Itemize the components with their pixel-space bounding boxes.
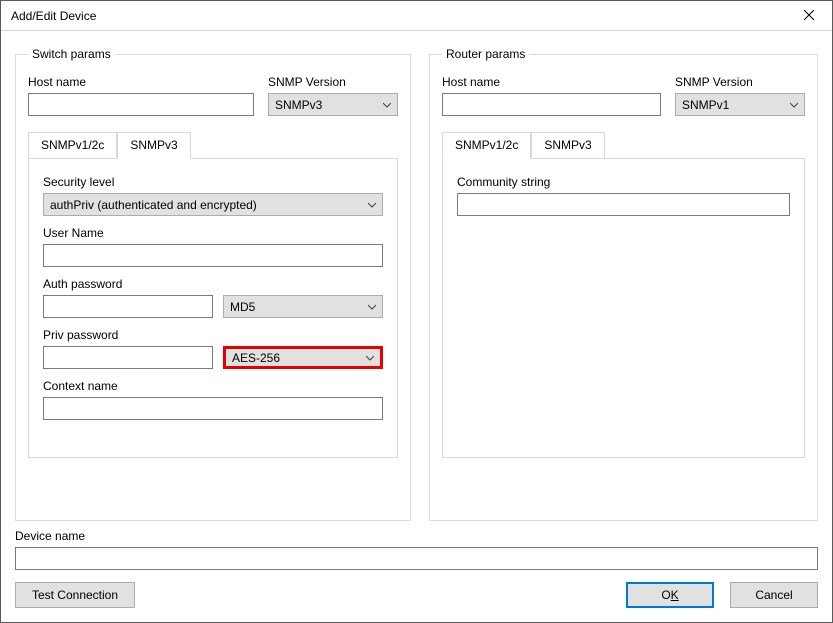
titlebar: Add/Edit Device bbox=[1, 1, 832, 31]
close-button[interactable] bbox=[786, 1, 832, 31]
switch-snmp-version-label: SNMP Version bbox=[268, 75, 398, 89]
chevron-down-icon bbox=[368, 303, 376, 311]
chevron-down-icon bbox=[368, 201, 376, 209]
priv-password-input[interactable] bbox=[43, 346, 213, 369]
chevron-down-icon bbox=[383, 101, 391, 109]
router-hostname-field: Host name bbox=[442, 75, 661, 116]
auth-password-input[interactable] bbox=[43, 295, 213, 318]
security-level-label: Security level bbox=[43, 175, 383, 189]
context-name-label: Context name bbox=[43, 379, 383, 393]
security-level-select[interactable]: authPriv (authenticated and encrypted) bbox=[43, 193, 383, 216]
community-string-field: Community string bbox=[457, 175, 790, 216]
switch-snmp-version-value: SNMPv3 bbox=[275, 98, 322, 112]
switch-snmp-version-select[interactable]: SNMPv3 bbox=[268, 93, 398, 116]
chevron-down-icon bbox=[790, 101, 798, 109]
switch-params-group: Switch params Host name SNMP Version SNM… bbox=[15, 47, 411, 521]
switch-tab-snmpv3[interactable]: SNMPv3 bbox=[117, 132, 190, 159]
user-name-field: User Name bbox=[43, 226, 383, 267]
security-level-value: authPriv (authenticated and encrypted) bbox=[50, 198, 257, 212]
context-name-input[interactable] bbox=[43, 397, 383, 420]
dialog-content: Switch params Host name SNMP Version SNM… bbox=[1, 31, 832, 622]
router-params-legend: Router params bbox=[442, 47, 529, 61]
router-tabstrip: SNMPv1/2c SNMPv3 bbox=[442, 132, 805, 158]
router-snmp-version-select[interactable]: SNMPv1 bbox=[675, 93, 805, 116]
router-snmp-version-field: SNMP Version SNMPv1 bbox=[675, 75, 805, 116]
router-hostname-input[interactable] bbox=[442, 93, 661, 116]
router-tab-snmpv1[interactable]: SNMPv1/2c bbox=[442, 132, 531, 159]
router-hostname-label: Host name bbox=[442, 75, 661, 89]
switch-tabpanel-snmpv3: Security level authPriv (authenticated a… bbox=[28, 158, 398, 458]
device-name-field: Device name bbox=[15, 529, 818, 570]
auth-password-field: Auth password bbox=[43, 277, 213, 318]
switch-tab-snmpv1[interactable]: SNMPv1/2c bbox=[28, 132, 117, 158]
switch-hostname-field: Host name bbox=[28, 75, 254, 116]
auth-algo-value: MD5 bbox=[230, 300, 255, 314]
router-tabpanel-snmpv1: Community string bbox=[442, 158, 805, 458]
user-name-input[interactable] bbox=[43, 244, 383, 267]
close-icon bbox=[804, 9, 814, 23]
community-string-label: Community string bbox=[457, 175, 790, 189]
chevron-down-icon bbox=[366, 354, 374, 362]
device-name-input[interactable] bbox=[15, 547, 818, 570]
router-tab-snmpv3[interactable]: SNMPv3 bbox=[531, 132, 604, 158]
auth-algo-select[interactable]: MD5 bbox=[223, 295, 383, 318]
security-level-field: Security level authPriv (authenticated a… bbox=[43, 175, 383, 216]
router-params-group: Router params Host name SNMP Version SNM… bbox=[429, 47, 818, 521]
ok-button[interactable]: OK bbox=[626, 582, 714, 608]
context-name-field: Context name bbox=[43, 379, 383, 420]
community-string-input[interactable] bbox=[457, 193, 790, 216]
priv-password-label: Priv password bbox=[43, 328, 213, 342]
auth-password-label: Auth password bbox=[43, 277, 213, 291]
priv-algo-select[interactable]: AES-256 bbox=[223, 346, 383, 369]
device-name-label: Device name bbox=[15, 529, 818, 543]
router-snmp-version-value: SNMPv1 bbox=[682, 98, 729, 112]
switch-hostname-label: Host name bbox=[28, 75, 254, 89]
test-connection-button[interactable]: Test Connection bbox=[15, 582, 135, 608]
cancel-button[interactable]: Cancel bbox=[730, 582, 818, 608]
switch-params-legend: Switch params bbox=[28, 47, 115, 61]
router-snmp-version-label: SNMP Version bbox=[675, 75, 805, 89]
priv-password-field: Priv password bbox=[43, 328, 213, 369]
window-title: Add/Edit Device bbox=[11, 9, 96, 23]
priv-algo-value: AES-256 bbox=[232, 351, 280, 365]
user-name-label: User Name bbox=[43, 226, 383, 240]
switch-hostname-input[interactable] bbox=[28, 93, 254, 116]
switch-tabstrip: SNMPv1/2c SNMPv3 bbox=[28, 132, 398, 158]
switch-snmp-version-field: SNMP Version SNMPv3 bbox=[268, 75, 398, 116]
